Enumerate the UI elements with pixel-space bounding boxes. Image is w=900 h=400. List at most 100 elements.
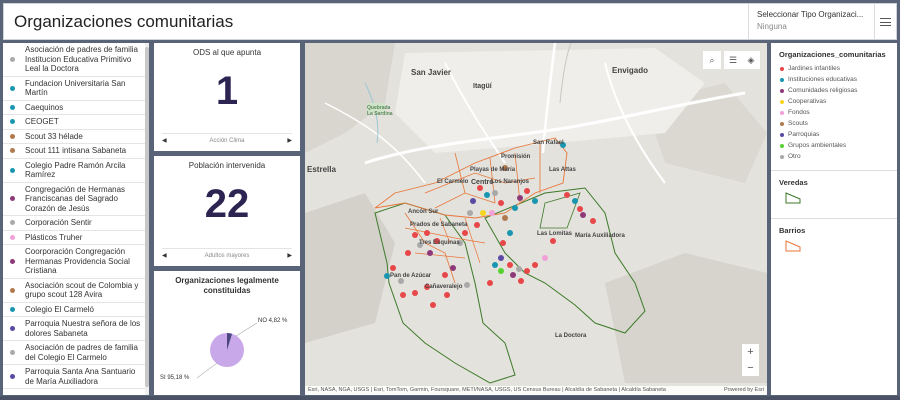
category-dot-icon bbox=[10, 306, 15, 312]
list-item[interactable]: Scout 111 intisana Sabaneta bbox=[3, 144, 149, 159]
hamburger-icon bbox=[880, 17, 891, 26]
list-item-label: CEOGET bbox=[25, 117, 59, 126]
list-item-label: Fundacion Universitaria San Martín bbox=[25, 78, 126, 98]
category-dot-icon bbox=[10, 133, 15, 139]
legend-item-label: Instituciones educativas bbox=[788, 76, 858, 83]
population-prev-button[interactable]: ◀ bbox=[162, 252, 167, 259]
legend-veredas-title: Veredas bbox=[779, 178, 808, 187]
legend-barrios-title: Barrios bbox=[779, 226, 806, 235]
population-next-button[interactable]: ▶ bbox=[287, 252, 292, 259]
legend-item: Otro bbox=[771, 151, 897, 162]
category-dot-icon bbox=[10, 56, 15, 62]
map-label-canaveralejo: Cañaveralejo bbox=[425, 284, 463, 290]
map-label-las-atas: Las Attas bbox=[549, 167, 576, 173]
map-label-lomitas: Las Lomitas bbox=[537, 231, 573, 237]
legend-item: Scouts bbox=[771, 118, 897, 129]
list-item-label: Scout 111 intisana Sabaneta bbox=[25, 146, 127, 155]
layers-icon[interactable]: ◈ bbox=[742, 51, 760, 69]
list-scrollbar-thumb[interactable] bbox=[145, 47, 149, 387]
population-value: 22 bbox=[204, 182, 250, 226]
header-bar: Organizaciones comunitarias Seleccionar … bbox=[3, 3, 897, 40]
list-item-label: Parroquia Nuestra señora de los dolores … bbox=[25, 319, 141, 338]
app-title: Organizaciones comunitarias bbox=[14, 12, 234, 31]
category-dot-icon bbox=[10, 167, 15, 173]
map-label-maria-aux: María Auxiliadora bbox=[575, 233, 625, 239]
list-item[interactable]: Parroquia Nuestra señora de los dolores … bbox=[3, 317, 149, 341]
list-item[interactable]: Scout 33 hélade bbox=[3, 130, 149, 144]
map-label-playas: Playas de María bbox=[470, 167, 516, 173]
list-item[interactable]: Congregación de Hermanas Franciscanas de… bbox=[3, 183, 149, 216]
map-canvas bbox=[305, 43, 767, 395]
veredas-symbol bbox=[785, 192, 801, 204]
legend-dot-icon bbox=[780, 143, 784, 148]
powered-by-esri[interactable]: Powered by Esri bbox=[724, 387, 764, 394]
list-item-label: Colegio Padre Ramón Arcila Ramírez bbox=[25, 160, 126, 180]
list-item[interactable]: Caequinos bbox=[3, 101, 149, 115]
legend-dot-icon bbox=[780, 66, 784, 71]
legend-barrios: Barrios bbox=[771, 218, 897, 266]
category-dot-icon bbox=[10, 374, 15, 379]
list-item[interactable]: Fundacion Universitaria San Martín bbox=[3, 77, 149, 101]
list-item[interactable]: Asociación scout de Colombia y grupo sco… bbox=[3, 279, 149, 303]
category-dot-icon bbox=[10, 258, 15, 264]
menu-button[interactable] bbox=[874, 4, 896, 39]
legend-item-label: Grupos ambientales bbox=[788, 142, 847, 149]
category-dot-icon bbox=[10, 220, 15, 226]
list-item[interactable]: Colegio Padre Ramón Arcila Ramírez bbox=[3, 159, 149, 183]
list-item[interactable]: Colegio El Carmeló bbox=[3, 303, 149, 317]
zoom-out-button[interactable]: − bbox=[742, 360, 759, 376]
list-scrollbar[interactable] bbox=[145, 43, 149, 395]
list-item[interactable]: Asociación de padres de familia del Cole… bbox=[3, 341, 149, 365]
organization-list-items: Asociación de padres de familia Instituc… bbox=[3, 43, 149, 389]
ods-card: ODS al que apunta 1 ◀ Acción Clima ▶ bbox=[154, 43, 300, 151]
category-dot-icon bbox=[10, 85, 15, 91]
map-label-la-doctora: La Doctora bbox=[555, 333, 587, 339]
legend-list-icon[interactable]: ☰ bbox=[724, 51, 742, 69]
legend-item: Grupos ambientales bbox=[771, 140, 897, 151]
ods-next-button[interactable]: ▶ bbox=[287, 137, 292, 144]
label-leader-si bbox=[196, 362, 218, 379]
map-label-ancon: Ancón Sur bbox=[408, 209, 439, 215]
legend-dot-icon bbox=[780, 121, 784, 126]
legend-item-label: Jardines infantiles bbox=[788, 65, 841, 72]
map-view[interactable]: San Javier Envigado Itagüí Estrella Queb… bbox=[305, 43, 767, 395]
legend-items: Jardines infantiles Instituciones educati… bbox=[771, 63, 897, 162]
list-item-label: Plásticos Truher bbox=[25, 232, 83, 242]
map-label-itagui: Itagüí bbox=[473, 83, 492, 90]
legend-item: Fondos bbox=[771, 107, 897, 118]
label-leader-no bbox=[235, 322, 258, 337]
attribution-text: Esri, NASA, NGA, USGS | Esri, TomTom, Ga… bbox=[308, 387, 666, 393]
legend-item-label: Fondos bbox=[788, 109, 810, 116]
list-item[interactable]: Parroquia Santa Ana Santuario de María A… bbox=[3, 365, 149, 389]
organization-list: Asociación de padres de familia Instituc… bbox=[3, 43, 149, 395]
list-item[interactable]: Corporación Sentir bbox=[3, 216, 149, 231]
category-dot-icon bbox=[10, 148, 15, 154]
list-item[interactable]: CEOGET bbox=[3, 115, 149, 130]
map-toolbar: ⌕ bbox=[703, 51, 721, 69]
search-icon[interactable]: ⌕ bbox=[703, 51, 721, 69]
list-item-label: Asociación scout de Colombia y grupo sco… bbox=[25, 280, 139, 300]
category-dot-icon bbox=[10, 104, 15, 110]
map-label-naranjos: Los Naranjos bbox=[491, 179, 530, 185]
legal-card: Organizaciones legalmente constituidas N… bbox=[154, 271, 300, 395]
category-dot-icon bbox=[10, 234, 15, 240]
type-selector[interactable]: Seleccionar Tipo Organizaci... Ninguna bbox=[748, 4, 874, 39]
legend-item: Instituciones educativas bbox=[771, 74, 897, 85]
map-attribution: Esri, NASA, NGA, USGS | Esri, TomTom, Ga… bbox=[305, 386, 767, 395]
legend-item: Comunidades religiosas bbox=[771, 85, 897, 96]
list-item-label: Coorporación Congregación Hermanas Provi… bbox=[25, 247, 130, 275]
population-card-title: Población intervenida bbox=[188, 161, 266, 170]
legend-title: Organizaciones_comunitarias bbox=[779, 50, 886, 59]
zoom-in-button[interactable]: + bbox=[742, 344, 759, 360]
legend-item-label: Comunidades religiosas bbox=[788, 87, 858, 94]
list-item-label: Congregación de Hermanas Franciscanas de… bbox=[25, 184, 126, 213]
legend-dot-icon bbox=[780, 132, 784, 137]
list-item-label: Asociación de padres de familia del Cole… bbox=[25, 343, 138, 362]
ods-prev-button[interactable]: ◀ bbox=[162, 137, 167, 144]
category-dot-icon bbox=[10, 350, 15, 355]
list-item[interactable]: Plásticos Truher bbox=[3, 231, 149, 245]
list-item[interactable]: Asociación de padres de familia Instituc… bbox=[3, 43, 149, 77]
list-item[interactable]: Coorporación Congregación Hermanas Provi… bbox=[3, 245, 149, 279]
barrios-symbol bbox=[785, 240, 801, 252]
map-label-pan-azucar: Pan de Azúcar bbox=[390, 273, 432, 279]
